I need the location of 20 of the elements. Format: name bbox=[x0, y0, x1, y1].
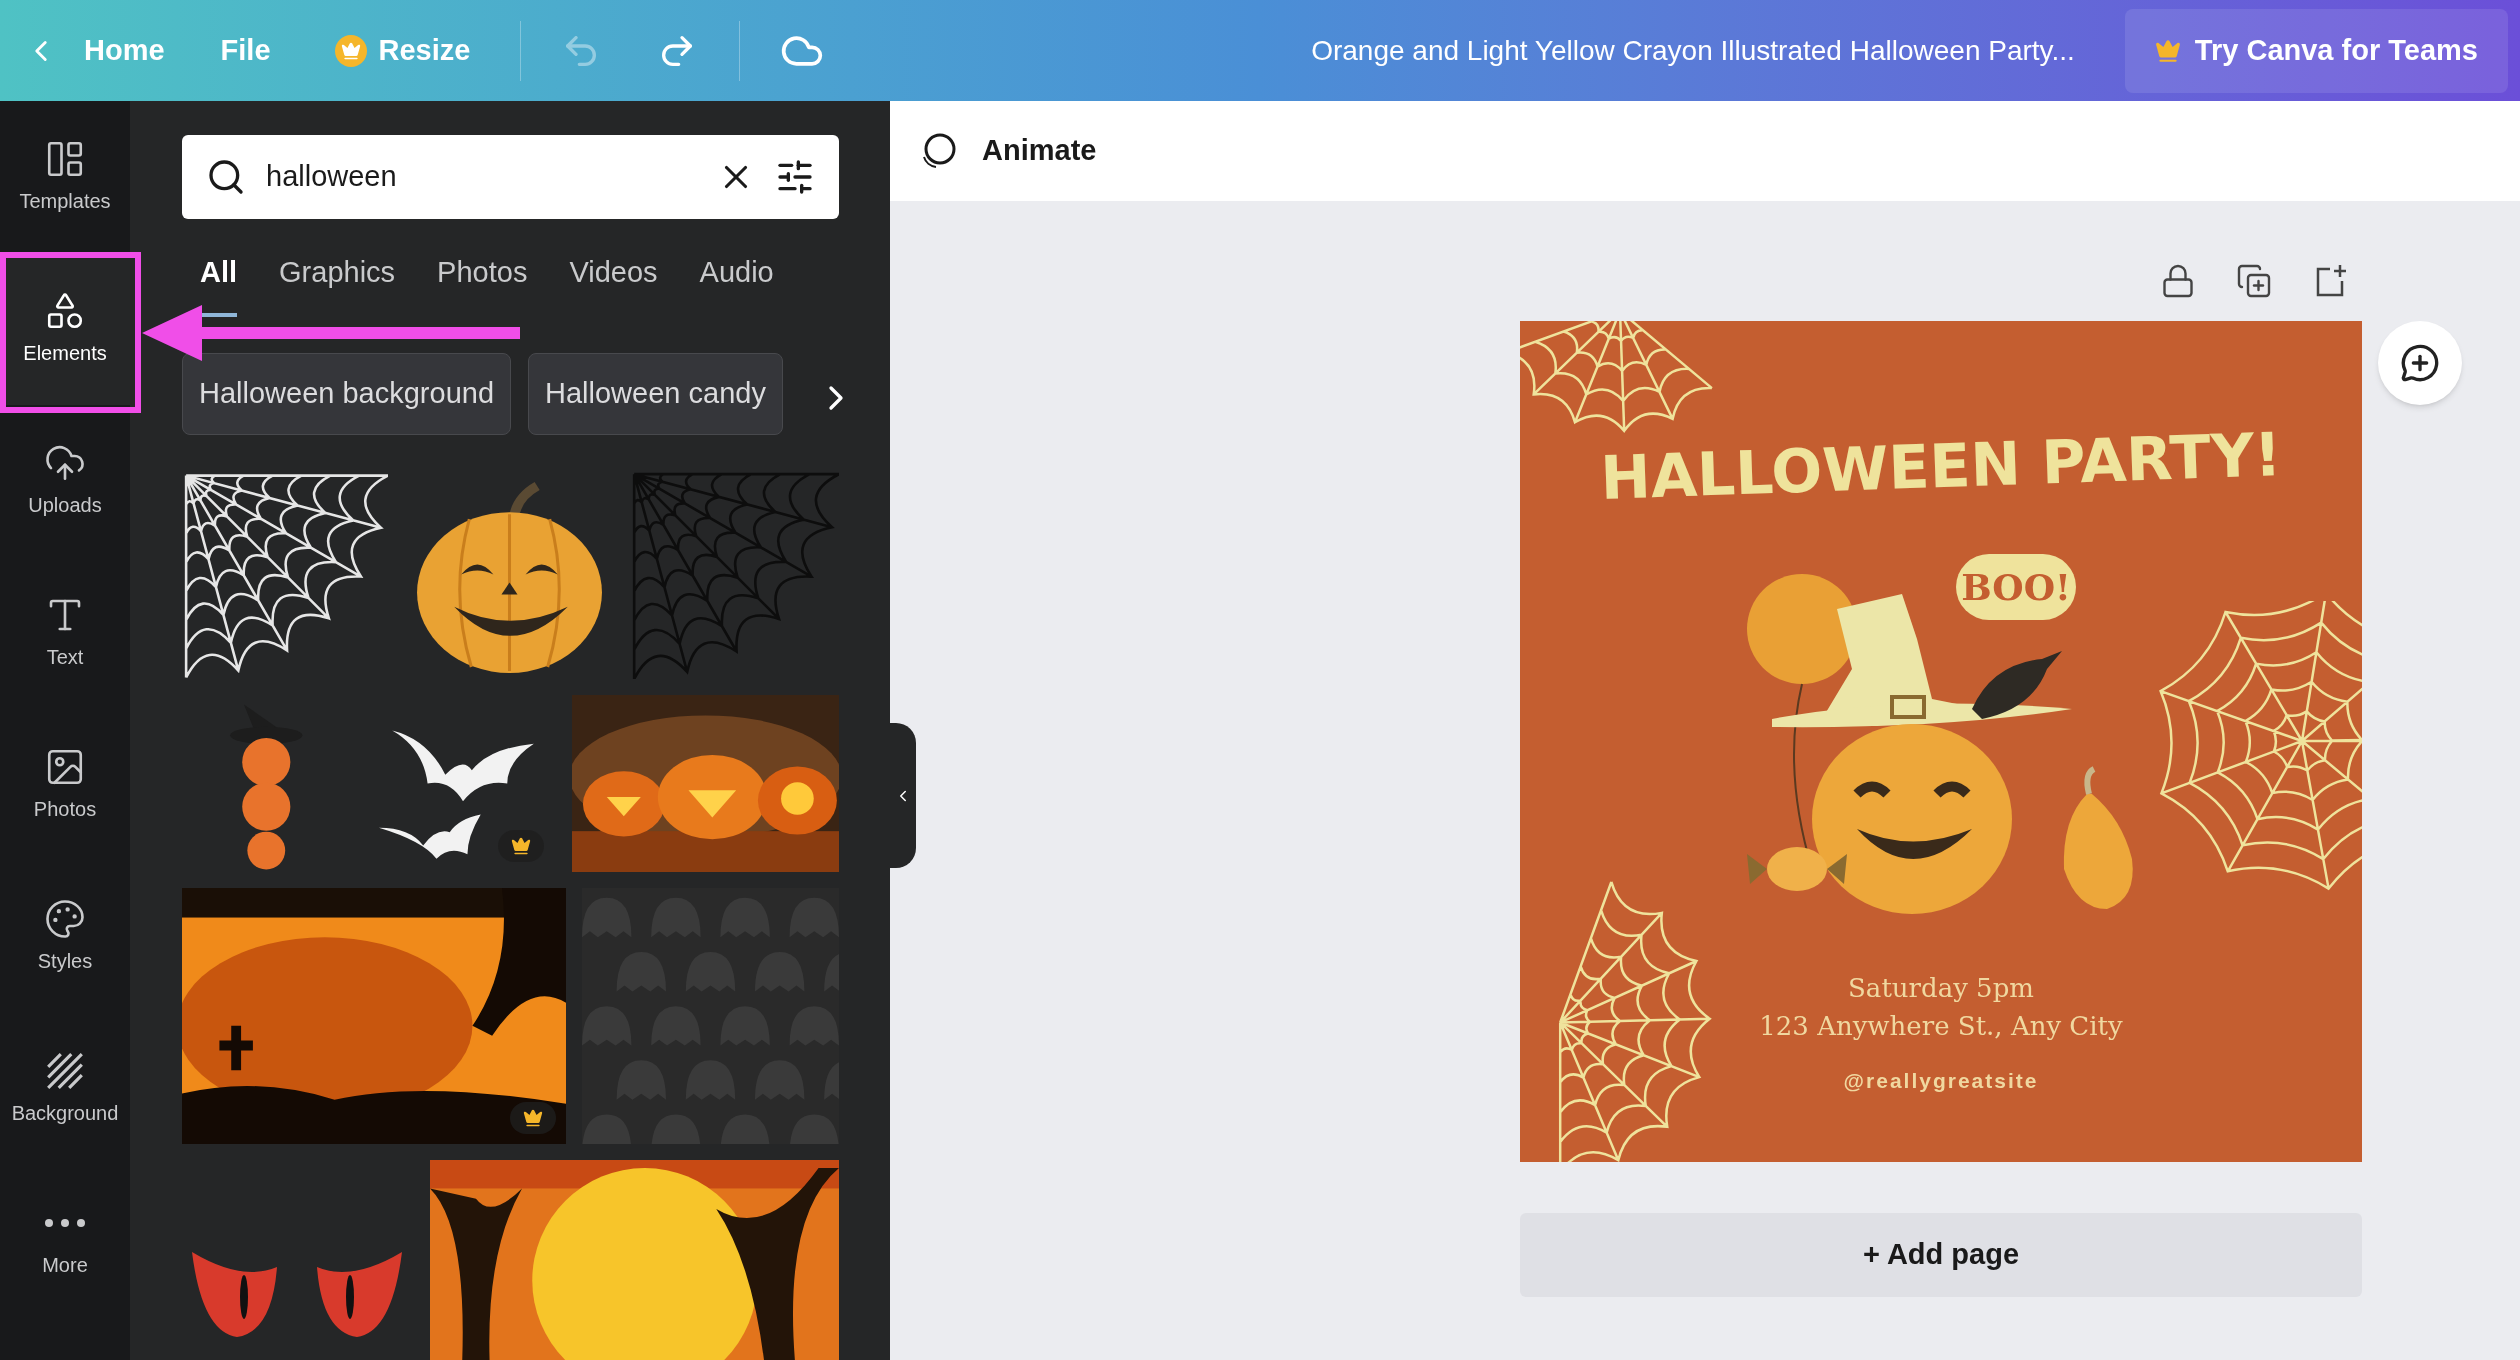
search-field[interactable]: halloween bbox=[182, 135, 839, 219]
sidebar-item[interactable]: Styles bbox=[0, 861, 130, 1013]
try-teams-button[interactable]: Try Canva for Teams bbox=[2124, 8, 2508, 93]
add-page-button[interactable]: + Add page bbox=[1520, 1213, 2362, 1297]
sidebar-item[interactable]: Background bbox=[0, 1013, 130, 1165]
sidebar-item[interactable]: Uploads bbox=[0, 405, 130, 557]
category-tab[interactable]: Audio bbox=[699, 251, 774, 317]
category-tab[interactable]: Photos bbox=[437, 251, 528, 317]
suggestion-chip[interactable]: Halloween background bbox=[182, 352, 512, 435]
sidebar-item[interactable]: Text bbox=[0, 557, 130, 709]
sidebar-item[interactable]: Photos bbox=[0, 709, 130, 861]
suggestion-chip[interactable]: Halloween candy bbox=[528, 352, 783, 435]
sidebar-item[interactable]: Templates bbox=[0, 101, 130, 253]
speech-bubble: BOO! bbox=[1956, 554, 2076, 620]
category-tab[interactable]: Graphics bbox=[279, 251, 396, 317]
category-tab[interactable]: Videos bbox=[569, 251, 658, 317]
sidebar-item[interactable]: More bbox=[0, 1165, 130, 1317]
document-title: Orange and Light Yellow Crayon Illustrated Halloween Party... bbox=[1311, 33, 2075, 68]
animate-button[interactable]: Animate bbox=[916, 129, 1097, 173]
search-input[interactable]: halloween bbox=[266, 155, 697, 199]
